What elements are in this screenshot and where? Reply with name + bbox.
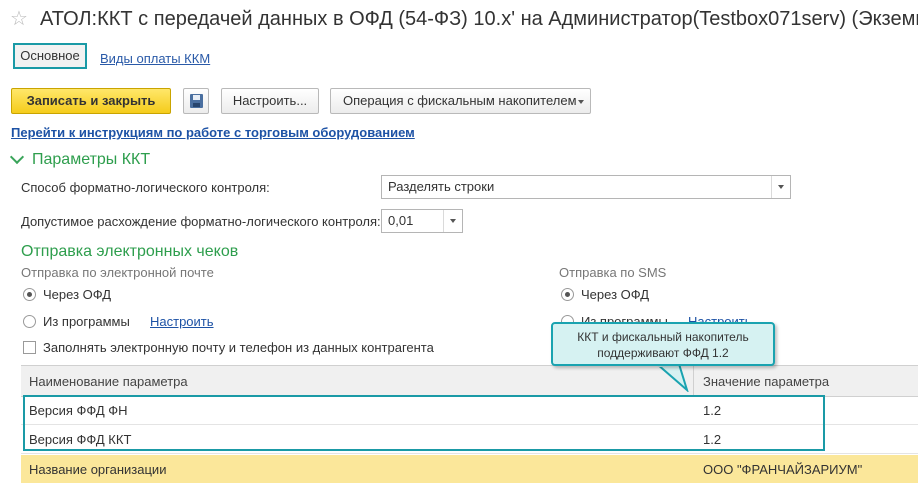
- tooltip-line-1: ККТ и фискальный накопитель: [577, 330, 749, 344]
- chevron-down-icon: [578, 100, 584, 104]
- radio-sms-ofd[interactable]: [561, 288, 574, 301]
- fill-contacts-checkbox[interactable]: [23, 341, 36, 354]
- table-header: Наименование параметра Значение параметр…: [21, 365, 918, 397]
- table-row-selected[interactable]: Название организации ООО "ФРАНЧАЙЗАРИУМ": [21, 455, 918, 483]
- flk-method-value: Разделять строки: [388, 179, 495, 194]
- chevron-down-icon[interactable]: [9, 149, 25, 165]
- fiscal-operation-dropdown[interactable]: Операция с фискальным накопителем: [330, 88, 591, 114]
- radio-email-ofd-label: Через ОФД: [43, 287, 112, 302]
- tab-main-label: Основное: [20, 48, 80, 63]
- flk-method-select[interactable]: Разделять строки: [381, 175, 791, 199]
- tooltip-pointer: [655, 364, 689, 392]
- sms-sending-label: Отправка по SMS: [559, 265, 667, 280]
- save-button[interactable]: [183, 88, 209, 114]
- column-header-value[interactable]: Значение параметра: [703, 374, 829, 389]
- chevron-down-icon: [450, 219, 456, 223]
- radio-email-program-label: Из программы: [43, 314, 130, 329]
- flk-diff-label: Допустимое расхождение форматно-логическ…: [21, 214, 381, 229]
- chevron-down-icon: [778, 185, 784, 189]
- flk-method-label: Способ форматно-логического контроля:: [21, 180, 270, 195]
- tooltip-line-2: поддерживают ФФД 1.2: [597, 346, 729, 360]
- row-param-value: ООО "ФРАНЧАЙЗАРИУМ": [703, 462, 863, 477]
- save-and-close-button[interactable]: Записать и закрыть: [11, 88, 171, 114]
- dropdown-button[interactable]: [771, 176, 790, 198]
- row-param-name: Название организации: [29, 462, 167, 477]
- section-title-kkt-params[interactable]: Параметры ККТ: [32, 151, 150, 169]
- tab-main[interactable]: Основное: [13, 43, 87, 69]
- favorite-star-icon[interactable]: ☆: [10, 8, 28, 30]
- floppy-disk-icon: [190, 94, 203, 108]
- flk-diff-value: 0,01: [388, 213, 414, 228]
- radio-email-program[interactable]: [23, 315, 36, 328]
- email-sending-label: Отправка по электронной почте: [21, 265, 214, 280]
- radio-sms-ofd-label: Через ОФД: [581, 287, 650, 302]
- email-setup-link[interactable]: Настроить: [150, 314, 214, 329]
- flk-diff-field[interactable]: 0,01: [381, 209, 463, 233]
- setup-button[interactable]: Настроить...: [221, 88, 319, 114]
- instructions-link[interactable]: Перейти к инструкциям по работе с торгов…: [11, 125, 415, 140]
- ffd-support-tooltip: ККТ и фискальный накопитель поддерживают…: [551, 322, 775, 366]
- column-header-name[interactable]: Наименование параметра: [29, 374, 188, 389]
- section-title-receipts: Отправка электронных чеков: [21, 243, 239, 260]
- radio-email-ofd[interactable]: [23, 288, 36, 301]
- fill-contacts-label: Заполнять электронную почту и телефон из…: [43, 340, 434, 355]
- tab-payment-types[interactable]: Виды оплаты ККМ: [100, 51, 210, 66]
- highlight-frame: [23, 395, 825, 451]
- fiscal-operation-label: Операция с фискальным накопителем: [343, 93, 577, 108]
- dropdown-button[interactable]: [443, 210, 462, 232]
- window-title: АТОЛ:ККТ с передачей данных в ОФД (54-ФЗ…: [40, 8, 918, 30]
